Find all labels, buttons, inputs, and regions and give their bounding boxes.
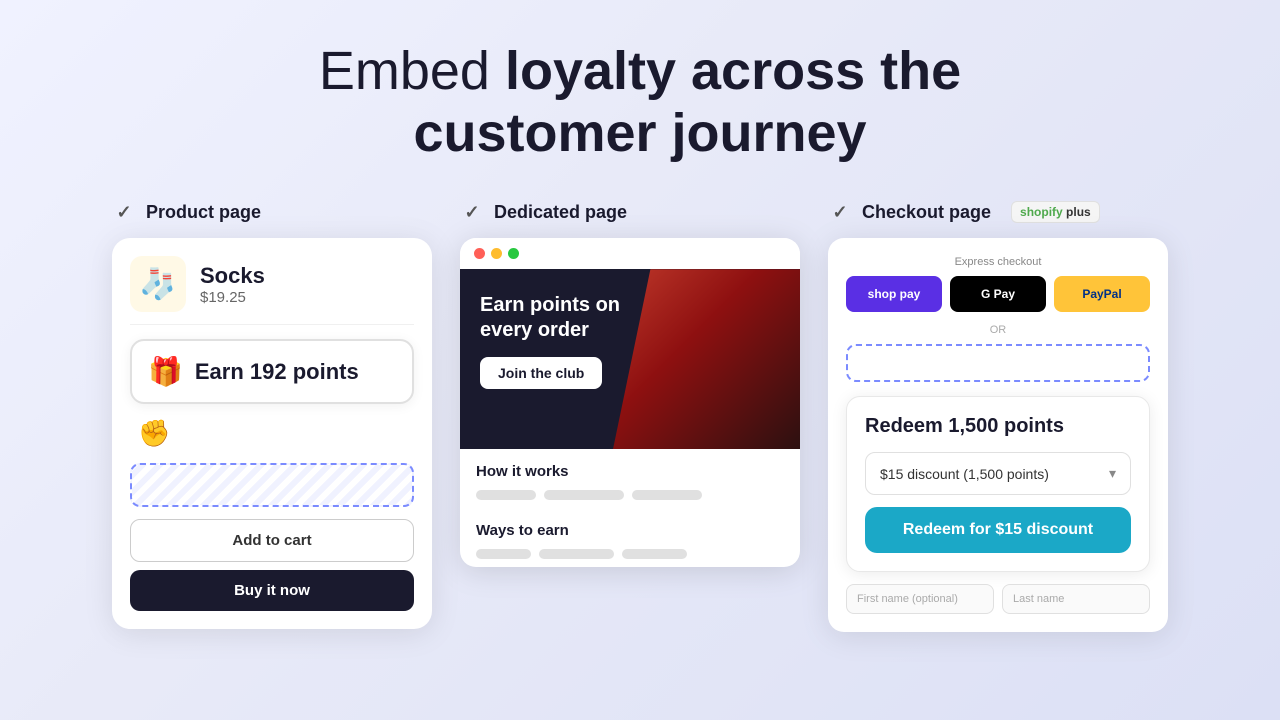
product-info: Socks $19.25 (200, 263, 265, 306)
checkout-card: Express checkout shop pay G Pay PayPal O… (828, 238, 1168, 632)
browser-bar (460, 238, 800, 269)
express-checkout-section: Express checkout shop pay G Pay PayPal (846, 256, 1150, 312)
skeleton-block (622, 549, 687, 559)
browser-dot-green (508, 248, 519, 259)
add-to-cart-button[interactable]: Add to cart (130, 519, 414, 562)
browser-window: Earn points on every order Join the club… (460, 238, 800, 567)
product-price: $19.25 (200, 289, 265, 306)
dedicated-page-text: Dedicated page (494, 202, 627, 223)
chevron-down-icon: ▾ (1109, 465, 1116, 482)
dedicated-hero-title: Earn points on every order (480, 293, 660, 343)
checkout-page-text: Checkout page (862, 202, 991, 223)
discount-select[interactable]: $15 discount (1,500 points) ▾ (865, 452, 1131, 495)
product-page-column: ✓ Product page 🧦 Socks $19.25 🎁 Earn 192… (112, 200, 432, 629)
how-it-works-section: How it works (460, 449, 800, 508)
browser-dot-red (474, 248, 485, 259)
buy-it-now-button[interactable]: Buy it now (130, 570, 414, 611)
discount-option-text: $15 discount (1,500 points) (880, 466, 1049, 482)
redeem-button[interactable]: Redeem for $15 discount (865, 507, 1131, 553)
title-bold: loyalty across the customer journey (413, 41, 961, 163)
product-name: Socks (200, 263, 265, 289)
checkout-page-label: ✓ Checkout page shopify plus (828, 200, 1100, 224)
checkmark-icon: ✓ (112, 200, 136, 224)
cursor-icon: ✊ (138, 418, 170, 449)
skeleton-row-2 (476, 549, 784, 559)
cards-row: ✓ Product page 🧦 Socks $19.25 🎁 Earn 192… (40, 200, 1240, 632)
ways-to-earn-section: Ways to earn (460, 508, 800, 567)
shopify-plus-badge: shopify plus (1011, 201, 1100, 223)
product-page-label: ✓ Product page (112, 200, 261, 224)
join-club-button[interactable]: Join the club (480, 357, 602, 389)
redeem-title: Redeem 1,500 points (865, 415, 1131, 438)
ways-to-earn-title: Ways to earn (476, 522, 784, 539)
product-icon: 🧦 (130, 256, 186, 312)
skeleton-block (476, 490, 536, 500)
earn-points-text: Earn 192 points (195, 359, 359, 385)
loyalty-widget-placeholder (130, 463, 414, 507)
product-card: 🧦 Socks $19.25 🎁 Earn 192 points ✊ Add t… (112, 238, 432, 629)
checkmark-icon-2: ✓ (460, 200, 484, 224)
express-checkout-label: Express checkout (846, 256, 1150, 268)
skeleton-block (544, 490, 624, 500)
skeleton-block (632, 490, 702, 500)
hero-title-section: Embed loyalty across the customer journe… (240, 40, 1040, 164)
skeleton-block (476, 549, 531, 559)
dedicated-hero-content: Earn points on every order Join the club (480, 293, 780, 389)
checkout-page-column: ✓ Checkout page shopify plus Express che… (828, 200, 1168, 632)
dedicated-hero: Earn points on every order Join the club (460, 269, 800, 449)
cursor-area: ✊ (130, 414, 414, 453)
or-divider: OR (846, 324, 1150, 336)
browser-dot-yellow (491, 248, 502, 259)
express-checkout-buttons: shop pay G Pay PayPal (846, 276, 1150, 312)
product-page-text: Product page (146, 202, 261, 223)
checkmark-icon-3: ✓ (828, 200, 852, 224)
first-name-field[interactable]: First name (optional) (846, 584, 994, 614)
shop-pay-button[interactable]: shop pay (846, 276, 942, 312)
redeem-panel: Redeem 1,500 points $15 discount (1,500 … (846, 396, 1150, 572)
skeleton-row-1 (476, 490, 784, 500)
skeleton-block (539, 549, 614, 559)
earn-points-banner: 🎁 Earn 192 points (130, 339, 414, 404)
name-form-row: First name (optional) Last name (846, 584, 1150, 614)
gift-icon: 🎁 (148, 355, 183, 388)
paypal-button[interactable]: PayPal (1054, 276, 1150, 312)
product-header: 🧦 Socks $19.25 (130, 256, 414, 325)
title-light: Embed (319, 41, 490, 101)
dedicated-page-label: ✓ Dedicated page (460, 200, 627, 224)
gpay-button[interactable]: G Pay (950, 276, 1046, 312)
how-it-works-title: How it works (476, 463, 784, 480)
dedicated-page-column: ✓ Dedicated page Earn points on every or… (460, 200, 800, 567)
coupon-field (846, 344, 1150, 382)
last-name-field[interactable]: Last name (1002, 584, 1150, 614)
